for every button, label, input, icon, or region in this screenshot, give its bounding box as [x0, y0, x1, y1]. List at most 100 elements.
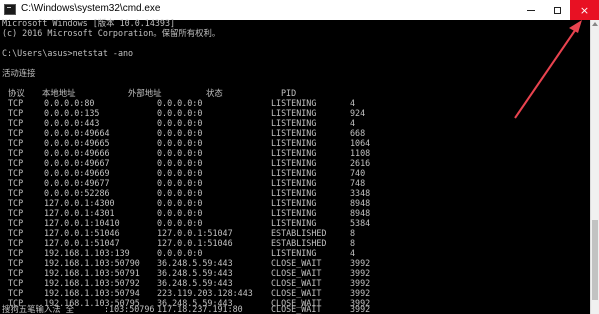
table-cell: 0.0.0.0:52286 [44, 188, 110, 198]
table-cell: 0.0.0.0:0 [157, 208, 203, 218]
table-cell: 0.0.0.0:0 [157, 248, 203, 258]
table-cell: LISTENING [271, 118, 317, 128]
table-cell: TCP [8, 128, 24, 138]
table-cell: 3992 [350, 278, 371, 288]
table-cell: 0.0.0.0:0 [157, 118, 203, 128]
table-cell: 748 [350, 178, 366, 188]
table-cell: CLOSE_WAIT [271, 304, 322, 314]
command-line: C:\Users\asus>netstat -ano [2, 48, 134, 58]
table-cell: ESTABLISHED [271, 238, 327, 248]
table-cell: 0.0.0.0:80 [44, 98, 95, 108]
table-cell: 5384 [350, 218, 371, 228]
table-cell: LISTENING [271, 158, 317, 168]
table-cell: TCP [8, 218, 24, 228]
table-cell: TCP [8, 98, 24, 108]
table-cell: CLOSE_WAIT [271, 258, 322, 268]
table-cell: 0.0.0.0:0 [157, 218, 203, 228]
table-cell: 0.0.0.0:0 [157, 128, 203, 138]
table-cell: 192.168.1.103:50794 [44, 288, 140, 298]
console-output[interactable]: Microsoft Windows [版本 10.0.14393] (c) 20… [0, 18, 590, 314]
table-cell: 8948 [350, 198, 371, 208]
close-button[interactable]: × [570, 0, 599, 20]
ime-status-text: 搜狗五笔输入法 全 [2, 304, 75, 314]
table-cell: 4 [350, 98, 356, 108]
table-cell: TCP [8, 288, 24, 298]
table-cell: LISTENING [271, 218, 317, 228]
console-line: Microsoft Windows [版本 10.0.14393] [2, 18, 176, 28]
table-cell: 192.168.1.103:50792 [44, 278, 140, 288]
table-cell: 36.248.5.59:443 [157, 278, 233, 288]
table-cell: 36.248.5.59:443 [157, 268, 233, 278]
table-cell: LISTENING [271, 148, 317, 158]
table-cell: 0.0.0.0:0 [157, 168, 203, 178]
table-cell: LISTENING [271, 128, 317, 138]
table-cell: TCP [8, 228, 24, 238]
table-cell: TCP [8, 268, 24, 278]
table-cell: TCP [8, 258, 24, 268]
table-cell: TCP [8, 108, 24, 118]
table-cell: 8948 [350, 208, 371, 218]
table-cell: 192.168.1.103:50790 [44, 258, 140, 268]
table-cell: CLOSE_WAIT [271, 278, 322, 288]
table-cell: 0.0.0.0:49677 [44, 178, 110, 188]
table-cell: LISTENING [271, 248, 317, 258]
table-cell: LISTENING [271, 188, 317, 198]
table-cell: 0.0.0.0:443 [44, 118, 100, 128]
window-title: C:\Windows\system32\cmd.exe [21, 3, 161, 14]
table-cell: 127.0.0.1:51046 [157, 238, 233, 248]
section-heading: 活动连接 [2, 68, 36, 78]
table-cell: TCP [8, 138, 24, 148]
table-cell: 127.0.0.1:10410 [44, 218, 120, 228]
column-header: 状态 [206, 88, 223, 98]
table-cell: LISTENING [271, 108, 317, 118]
table-cell: 3992 [350, 268, 371, 278]
table-cell: 127.0.0.1:4301 [44, 208, 115, 218]
table-cell: 0.0.0.0:49665 [44, 138, 110, 148]
cmd-app-icon [4, 4, 16, 15]
table-cell: 0.0.0.0:49667 [44, 158, 110, 168]
table-cell: 0.0.0.0:0 [157, 178, 203, 188]
table-cell: 4 [350, 118, 356, 128]
table-cell: 0.0.0.0:0 [157, 148, 203, 158]
table-cell: LISTENING [271, 98, 317, 108]
console-line: (c) 2016 Microsoft Corporation。保留所有权利。 [2, 28, 221, 38]
minimize-icon [527, 9, 535, 11]
maximize-button[interactable] [544, 0, 570, 20]
table-cell: 223.119.203.128:443 [157, 288, 253, 298]
table-cell: 924 [350, 108, 366, 118]
table-cell: 192.168.1.103:50791 [44, 268, 140, 278]
scroll-thumb[interactable] [592, 220, 598, 300]
table-cell: 3992 [350, 288, 371, 298]
table-cell: 36.248.5.59:443 [157, 258, 233, 268]
table-cell: TCP [8, 208, 24, 218]
table-cell: 1108 [350, 148, 371, 158]
table-cell: 127.0.0.1:51047 [44, 238, 120, 248]
table-cell: TCP [8, 198, 24, 208]
table-cell: 8 [350, 238, 356, 248]
table-cell: 0.0.0.0:0 [157, 188, 203, 198]
vertical-scrollbar[interactable] [590, 20, 599, 314]
table-cell: TCP [8, 278, 24, 288]
table-cell: ESTABLISHED [271, 228, 327, 238]
minimize-button[interactable] [518, 0, 544, 20]
table-cell: 0.0.0.0:0 [157, 198, 203, 208]
table-cell: 3348 [350, 188, 371, 198]
table-cell: 127.0.0.1:4300 [44, 198, 115, 208]
scroll-up-icon[interactable] [592, 22, 598, 26]
maximize-icon [553, 6, 561, 14]
table-cell: CLOSE_WAIT [271, 288, 322, 298]
table-cell: 0.0.0.0:49664 [44, 128, 110, 138]
table-cell: TCP [8, 188, 24, 198]
column-header: 协议 [8, 88, 25, 98]
table-cell: 127.0.0.1:51047 [157, 228, 233, 238]
table-cell: LISTENING [271, 168, 317, 178]
table-cell: LISTENING [271, 178, 317, 188]
table-cell: 117.18.237.191:80 [157, 304, 243, 314]
close-icon: × [579, 3, 590, 17]
table-cell: LISTENING [271, 138, 317, 148]
table-cell: 0.0.0.0:0 [157, 98, 203, 108]
table-cell: 0.0.0.0:49666 [44, 148, 110, 158]
table-cell: CLOSE_WAIT [271, 268, 322, 278]
table-cell: TCP [8, 178, 24, 188]
table-cell: 0.0.0.0:49669 [44, 168, 110, 178]
